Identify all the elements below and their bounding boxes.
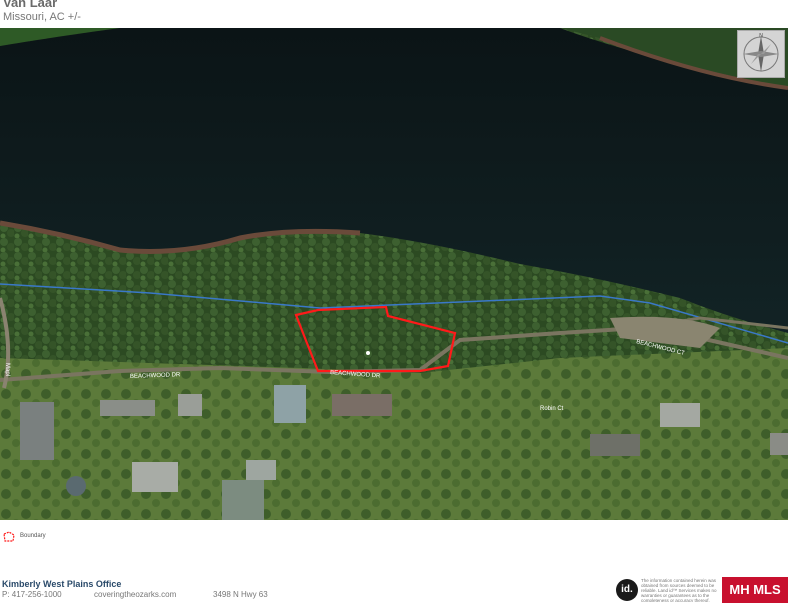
aerial-map[interactable]: BEACHWOOD DR BEACHWOOD DR BEACHWOOD CT R…	[0, 28, 788, 520]
landid-logo: id.	[616, 579, 638, 601]
office-phone: P: 417-256-1000	[2, 590, 62, 599]
map-canvas: BEACHWOOD DR BEACHWOOD DR BEACHWOOD CT R…	[0, 28, 788, 520]
property-title: Van Laar	[3, 0, 58, 10]
mls-badge: MH MLS	[722, 577, 788, 603]
residential-area	[0, 348, 788, 520]
house	[132, 462, 178, 492]
office-name: Kimberly West Plains Office	[2, 579, 122, 589]
legend-label: Boundary	[20, 533, 46, 539]
house	[590, 434, 640, 456]
house	[20, 402, 54, 460]
house	[178, 394, 202, 416]
page-header: Van Laar Missouri, AC +/-	[0, 0, 788, 28]
house	[660, 403, 700, 427]
road-label: Mapl	[4, 363, 10, 376]
disclaimer-text: The information contained herein was obt…	[641, 578, 717, 602]
property-subtitle: Missouri, AC +/-	[3, 11, 81, 23]
compass-icon: N	[737, 30, 785, 78]
pool	[66, 476, 86, 496]
office-website[interactable]: coveringtheozarks.com	[94, 590, 176, 599]
house	[274, 385, 306, 423]
svg-text:N: N	[759, 33, 763, 39]
house	[770, 433, 788, 455]
parcel-marker-icon	[366, 351, 370, 355]
office-address: 3498 N Hwy 63	[213, 590, 268, 599]
house	[100, 400, 155, 416]
boundary-legend-icon	[3, 531, 15, 542]
road-label: Robin Ct	[540, 406, 564, 412]
house	[246, 460, 276, 480]
house	[222, 480, 264, 520]
house	[332, 394, 392, 416]
